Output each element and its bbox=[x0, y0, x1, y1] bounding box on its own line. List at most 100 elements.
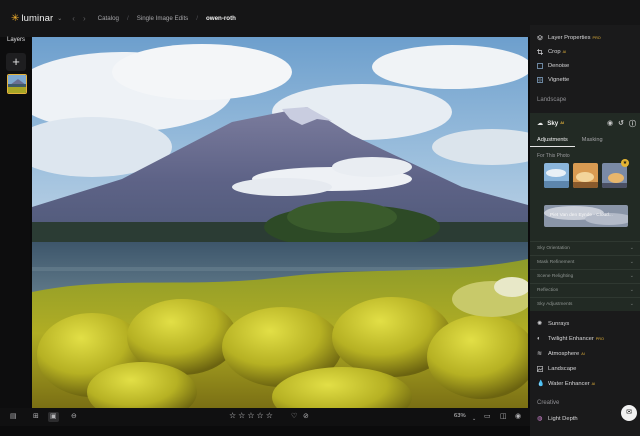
section-label: Sky Orientation bbox=[537, 246, 570, 251]
sky-title: Sky bbox=[547, 119, 559, 127]
tab-adjustments[interactable]: Adjustments bbox=[530, 135, 575, 147]
section-label: Sky Adjustments bbox=[537, 302, 573, 307]
sky-thumb[interactable] bbox=[544, 163, 569, 188]
ai-badge: AI bbox=[591, 382, 596, 386]
tool-label: Light Depth bbox=[548, 416, 578, 422]
rating-stars: ☆ ☆ ☆ ☆ ☆ bbox=[229, 411, 273, 420]
star-icon[interactable]: ☆ bbox=[238, 411, 245, 420]
before-after-icon[interactable]: ▭ bbox=[484, 412, 491, 422]
tool-landscape[interactable]: Landscape bbox=[530, 363, 640, 375]
mask-refinement-section[interactable]: Mask Refinement ⌄ bbox=[530, 255, 640, 269]
breadcrumb-catalog[interactable]: Catalog bbox=[98, 15, 119, 22]
section-label: Reflection bbox=[537, 288, 559, 293]
tool-label: Denoise bbox=[548, 63, 570, 69]
tool-label: Landscape bbox=[548, 366, 577, 372]
chevron-down-icon: ⌄ bbox=[629, 245, 634, 251]
reset-icon[interactable]: ↺ bbox=[618, 119, 624, 129]
grid-view-icon[interactable]: ⊞ bbox=[33, 412, 39, 422]
split-view-icon[interactable]: ◫ bbox=[500, 412, 507, 422]
cloud-icon: ☁ bbox=[537, 119, 544, 127]
forward-arrow-icon[interactable]: › bbox=[83, 14, 86, 23]
twilight-icon: ◐ bbox=[537, 336, 541, 342]
breadcrumb-single-image-edits[interactable]: Single Image Edits bbox=[137, 15, 189, 22]
tool-water-enhancer[interactable]: 💧 Water Enhancer AI bbox=[530, 378, 640, 390]
pro-badge: PRO bbox=[595, 337, 604, 341]
app-name: luminar bbox=[21, 13, 54, 24]
tool-sunrays[interactable]: ✺ Sunrays bbox=[530, 318, 640, 330]
chat-help-button[interactable]: ✉ bbox=[621, 405, 637, 421]
reject-icon[interactable]: ⊘ bbox=[303, 412, 309, 422]
bottom-toolbar: ▤ ⊞ ▣ ⊖ ☆ ☆ ☆ ☆ ☆ ♡ ⊘ 63% ⌄ ▭ ◫ ◉ bbox=[0, 408, 530, 426]
pro-badge: PRO bbox=[592, 36, 601, 40]
chevron-down-icon: ⌄ bbox=[629, 287, 634, 293]
single-view-icon[interactable]: ▣ bbox=[48, 412, 59, 422]
tool-label: Layer Properties bbox=[548, 35, 591, 41]
luminar-sun-icon: ✳ bbox=[11, 12, 20, 24]
sky-orientation-section[interactable]: Sky Orientation ⌄ bbox=[530, 241, 640, 255]
reflection-section[interactable]: Reflection ⌄ bbox=[530, 283, 640, 297]
layers-icon bbox=[537, 35, 543, 41]
history-nav: ‹ › bbox=[72, 14, 85, 23]
info-icon[interactable]: ⓘ bbox=[629, 119, 636, 129]
sky-tabs: Adjustments Masking bbox=[530, 135, 640, 147]
breadcrumb-current: owen-roth bbox=[206, 15, 236, 22]
sky-thumb[interactable] bbox=[573, 163, 598, 188]
section-header-creative: Creative bbox=[537, 400, 560, 406]
tool-crop[interactable]: Crop AI bbox=[530, 46, 640, 58]
compare-icon[interactable]: ⊖ bbox=[71, 412, 77, 422]
layers-title: Layers bbox=[7, 37, 26, 43]
tool-atmosphere[interactable]: ≋ Atmosphere AI bbox=[530, 348, 640, 360]
scene-relighting-section[interactable]: Scene Relighting ⌄ bbox=[530, 269, 640, 283]
tool-label: Water Enhancer bbox=[548, 381, 590, 387]
ai-badge: AI bbox=[581, 352, 585, 356]
photo-canvas[interactable] bbox=[32, 37, 528, 408]
back-arrow-icon[interactable]: ‹ bbox=[72, 14, 75, 23]
selected-sky-name: Piet Van den Eynde - Cloud... bbox=[550, 213, 613, 218]
heart-icon[interactable]: ♡ bbox=[291, 412, 297, 422]
edit-panel: Layer Properties PRO Crop AI Denoise Vigne… bbox=[530, 25, 640, 436]
star-icon[interactable]: ☆ bbox=[266, 411, 273, 420]
chevron-down-icon[interactable]: ⌄ bbox=[57, 15, 62, 22]
chevron-down-icon: ⌄ bbox=[629, 273, 634, 279]
sky-tool-header[interactable]: ☁ Sky AI ◉ ↺ ⓘ bbox=[530, 113, 640, 133]
tab-masking[interactable]: Masking bbox=[575, 135, 610, 147]
tool-twilight-enhancer[interactable]: ◐ Twilight Enhancer PRO bbox=[530, 333, 640, 345]
preview-eye-icon[interactable]: ◉ bbox=[515, 412, 521, 422]
atmosphere-icon: ≋ bbox=[537, 351, 543, 357]
breadcrumb-separator: / bbox=[126, 15, 129, 22]
ai-badge: AI bbox=[560, 121, 565, 125]
tool-vignette[interactable]: Vignette bbox=[530, 74, 640, 86]
zoom-chevron-icon[interactable]: ⌄ bbox=[472, 414, 476, 424]
add-layer-button[interactable]: + bbox=[6, 53, 26, 71]
star-icon[interactable]: ☆ bbox=[247, 411, 254, 420]
sky-tool: ☁ Sky AI ◉ ↺ ⓘ Adjustments Masking For Th… bbox=[530, 113, 640, 311]
ai-badge: AI bbox=[562, 50, 567, 54]
sky-tool-actions: ◉ ↺ ⓘ bbox=[607, 119, 636, 129]
light-depth-icon: ◍ bbox=[537, 416, 543, 422]
star-icon[interactable]: ☆ bbox=[229, 411, 236, 420]
tool-denoise[interactable]: Denoise bbox=[530, 60, 640, 72]
layer-thumbnail[interactable] bbox=[7, 74, 27, 94]
layers-column: Layers + bbox=[0, 37, 30, 408]
star-badge-icon: ★ bbox=[621, 159, 629, 167]
for-this-photo-label: For This Photo bbox=[537, 153, 570, 159]
app-logo[interactable]: ✳ luminar ⌄ bbox=[11, 13, 62, 24]
zoom-level[interactable]: 63% bbox=[454, 413, 466, 419]
chevron-down-icon: ⌄ bbox=[629, 301, 634, 307]
sidebar-toggle-icon[interactable]: ▤ bbox=[10, 412, 17, 422]
tool-label: Sunrays bbox=[548, 321, 570, 327]
breadcrumb-separator: / bbox=[196, 15, 199, 22]
tool-label: Vignette bbox=[548, 77, 570, 83]
star-icon[interactable]: ☆ bbox=[257, 411, 264, 420]
sky-suggestions bbox=[544, 163, 627, 188]
section-label: Mask Refinement bbox=[537, 260, 575, 265]
denoise-icon bbox=[537, 63, 543, 69]
tool-label: Crop bbox=[548, 49, 561, 55]
section-header-landscape: Landscape bbox=[537, 97, 567, 103]
selected-sky[interactable]: Piet Van den Eynde - Cloud... bbox=[544, 205, 628, 227]
tool-layer-properties[interactable]: Layer Properties PRO bbox=[530, 32, 640, 44]
photo-image bbox=[32, 37, 528, 408]
sky-adjustments-section[interactable]: Sky Adjustments ⌄ bbox=[530, 297, 640, 311]
visibility-eye-icon[interactable]: ◉ bbox=[607, 119, 613, 129]
chat-bubble-icon: ✉ bbox=[626, 409, 632, 416]
